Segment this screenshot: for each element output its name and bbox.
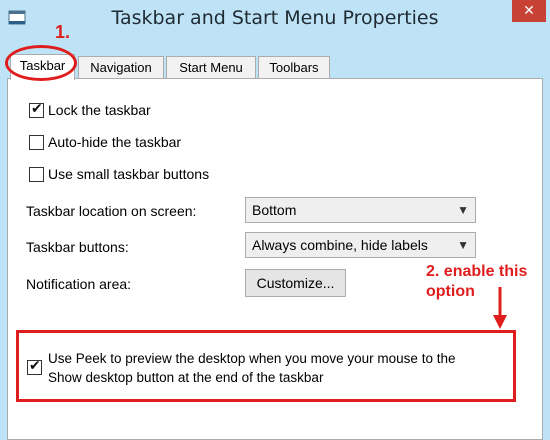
lock-taskbar-checkbox[interactable]: ✔ <box>29 101 44 118</box>
small-buttons-checkbox[interactable] <box>29 167 44 182</box>
step2-line1: 2. enable this <box>426 263 528 280</box>
peek-label-line2: Show desktop button at the end of the ta… <box>48 370 324 385</box>
location-value: Bottom <box>252 202 297 218</box>
tab-start-menu[interactable]: Start Menu <box>166 56 256 78</box>
notification-label: Notification area: <box>26 276 132 292</box>
auto-hide-label: Auto-hide the taskbar <box>48 134 182 150</box>
window-title: Taskbar and Start Menu Properties <box>111 7 439 29</box>
close-button[interactable]: ✕ <box>512 0 546 22</box>
peek-highlight-box <box>16 330 516 402</box>
step2-line2: option <box>426 283 475 300</box>
chevron-down-icon: ▼ <box>457 238 469 252</box>
checkmark-icon: ✔ <box>31 101 43 117</box>
checkmark-icon: ✔ <box>29 358 41 374</box>
taskbar-buttons-select[interactable]: Always combine, hide labels ▼ <box>245 232 476 258</box>
tab-toolbars[interactable]: Toolbars <box>258 56 330 78</box>
peek-label-line1: Use Peek to preview the desktop when you… <box>48 351 456 366</box>
small-buttons-label: Use small taskbar buttons <box>48 166 210 182</box>
peek-checkbox[interactable]: ✔ <box>27 358 42 375</box>
taskbar-buttons-label: Taskbar buttons: <box>26 239 129 255</box>
taskbar-buttons-value: Always combine, hide labels <box>252 237 428 253</box>
arrow-icon <box>493 287 507 329</box>
tab-navigation[interactable]: Navigation <box>78 56 164 78</box>
tab-taskbar[interactable]: Taskbar <box>10 54 75 80</box>
location-label: Taskbar location on screen: <box>26 203 197 219</box>
title-bar: Taskbar and Start Menu Properties ✕ <box>0 0 550 40</box>
step2-annotation: 2. enable this option <box>426 262 527 302</box>
chevron-down-icon: ▼ <box>457 203 469 217</box>
step1-annotation: 1. <box>55 22 71 42</box>
location-select[interactable]: Bottom ▼ <box>245 197 476 223</box>
lock-taskbar-label: Lock the taskbar <box>48 102 151 118</box>
customize-button[interactable]: Customize... <box>245 269 346 297</box>
auto-hide-checkbox[interactable] <box>29 135 44 150</box>
